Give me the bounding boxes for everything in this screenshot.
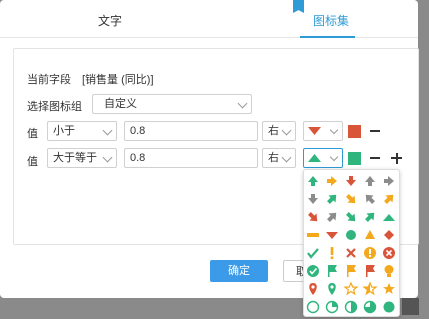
- check-green-icon[interactable]: [307, 248, 319, 259]
- confirm-button[interactable]: 确定: [210, 260, 268, 282]
- rule-side-value: 右: [268, 152, 279, 164]
- star-half-orange-icon[interactable]: [362, 281, 378, 296]
- circle-empty-green-icon[interactable]: [306, 300, 320, 314]
- pin-red-icon[interactable]: [309, 283, 317, 295]
- icon-group-value: 自定义: [104, 98, 137, 110]
- triangle-down-red-icon[interactable]: [326, 232, 338, 239]
- circle-full-green-icon[interactable]: [383, 301, 395, 313]
- arrow-up-left-gray-icon[interactable]: [362, 191, 377, 206]
- diamond-red-icon[interactable]: [384, 230, 394, 240]
- circle-half-green-icon[interactable]: [344, 300, 358, 314]
- rule-side-value: 右: [268, 125, 279, 137]
- current-field-label: 当前字段: [27, 74, 71, 86]
- chevron-down-icon: [102, 125, 113, 136]
- rule-operator-value: 大于等于: [53, 152, 97, 164]
- chevron-down-icon: [102, 152, 113, 163]
- exclamation-orange-icon[interactable]: [330, 247, 334, 259]
- rule-operator-select[interactable]: 小于: [47, 121, 117, 141]
- circle-quarter-green-icon[interactable]: [325, 300, 339, 314]
- arrow-up-gray-icon[interactable]: [365, 176, 375, 186]
- flag-green-icon[interactable]: [328, 265, 337, 277]
- rule-threshold-input[interactable]: 0.8: [124, 121, 258, 141]
- rule-side-select[interactable]: 右: [262, 121, 296, 141]
- cross-red-icon[interactable]: [346, 248, 356, 258]
- dash-orange-icon[interactable]: [307, 233, 319, 237]
- circle-green-icon[interactable]: [346, 230, 356, 240]
- rule-threshold-value: 0.8: [130, 125, 146, 137]
- arrow-down-right-orange-icon[interactable]: [344, 192, 359, 207]
- chevron-down-icon: [281, 125, 292, 136]
- add-rule-icon-vertical: [395, 152, 398, 164]
- arrow-up-right-green-icon[interactable]: [363, 209, 378, 224]
- bookmark-icon: [293, 0, 304, 13]
- check-circle-green-icon[interactable]: [307, 265, 319, 277]
- arrow-up-green-icon[interactable]: [308, 176, 318, 186]
- flag-orange-icon[interactable]: [347, 265, 356, 277]
- exclamation-circle-orange-icon[interactable]: [364, 247, 376, 259]
- active-tab-indicator: [300, 36, 355, 38]
- cross-circle-red-icon[interactable]: [383, 247, 395, 259]
- rule-value-label: 值: [27, 156, 38, 168]
- icon-group-label: 选择图标组: [27, 101, 82, 113]
- rule-operator-select[interactable]: 大于等于: [47, 148, 117, 168]
- rule-threshold-value: 0.8: [130, 152, 146, 164]
- rule-icon-select[interactable]: [303, 148, 343, 168]
- arrow-up-right-gray-icon[interactable]: [325, 209, 340, 224]
- icon-grid: [306, 176, 397, 314]
- arrow-right-gray-icon[interactable]: [384, 176, 394, 186]
- chevron-down-icon: [329, 125, 339, 135]
- tab-text[interactable]: 文字: [98, 12, 122, 29]
- star-outline-orange-icon[interactable]: [343, 281, 359, 296]
- icon-group-select[interactable]: 自定义: [92, 94, 252, 114]
- circle-three-quarter-green-icon[interactable]: [363, 300, 377, 314]
- rule-operator-value: 小于: [53, 125, 75, 137]
- arrow-down-gray-icon[interactable]: [308, 194, 318, 204]
- remove-rule-icon[interactable]: [370, 130, 380, 132]
- arrow-down-right-red-icon[interactable]: [306, 210, 321, 225]
- arrow-down-right-green-icon[interactable]: [344, 210, 359, 225]
- icon-picker-popup: [303, 169, 400, 317]
- triangle-orange-icon[interactable]: [365, 230, 375, 239]
- arrow-right-orange-icon[interactable]: [327, 176, 337, 186]
- chevron-down-icon: [329, 152, 339, 162]
- triangle-up-green-icon: [308, 154, 321, 162]
- rule-threshold-input[interactable]: 0.8: [124, 148, 258, 168]
- background-element: [402, 298, 419, 315]
- current-field-value: [销售量 (同比)]: [82, 74, 154, 86]
- rule-icon-select[interactable]: [303, 121, 343, 141]
- tab-icon-set[interactable]: 图标集: [313, 12, 349, 29]
- rule-side-select[interactable]: 右: [262, 148, 296, 168]
- rule-color-swatch[interactable]: [348, 152, 361, 165]
- rule-value-label: 值: [27, 128, 38, 140]
- remove-rule-icon[interactable]: [370, 157, 380, 159]
- rule-color-swatch[interactable]: [348, 125, 361, 138]
- arrow-up-right-green-icon[interactable]: [325, 191, 340, 206]
- triangle-up-green-icon[interactable]: [383, 214, 395, 221]
- pin-green-icon[interactable]: [328, 283, 336, 295]
- flag-red-icon[interactable]: [366, 265, 375, 277]
- star-orange-icon[interactable]: [383, 283, 395, 294]
- bulb-orange-icon[interactable]: [384, 265, 394, 277]
- tab-bar: 文字 图标集: [0, 0, 418, 38]
- triangle-down-red-icon: [308, 127, 321, 135]
- arrow-down-red-icon[interactable]: [346, 176, 356, 186]
- arrow-up-right-orange-icon[interactable]: [382, 191, 397, 206]
- chevron-down-icon: [237, 98, 248, 109]
- chevron-down-icon: [281, 152, 292, 163]
